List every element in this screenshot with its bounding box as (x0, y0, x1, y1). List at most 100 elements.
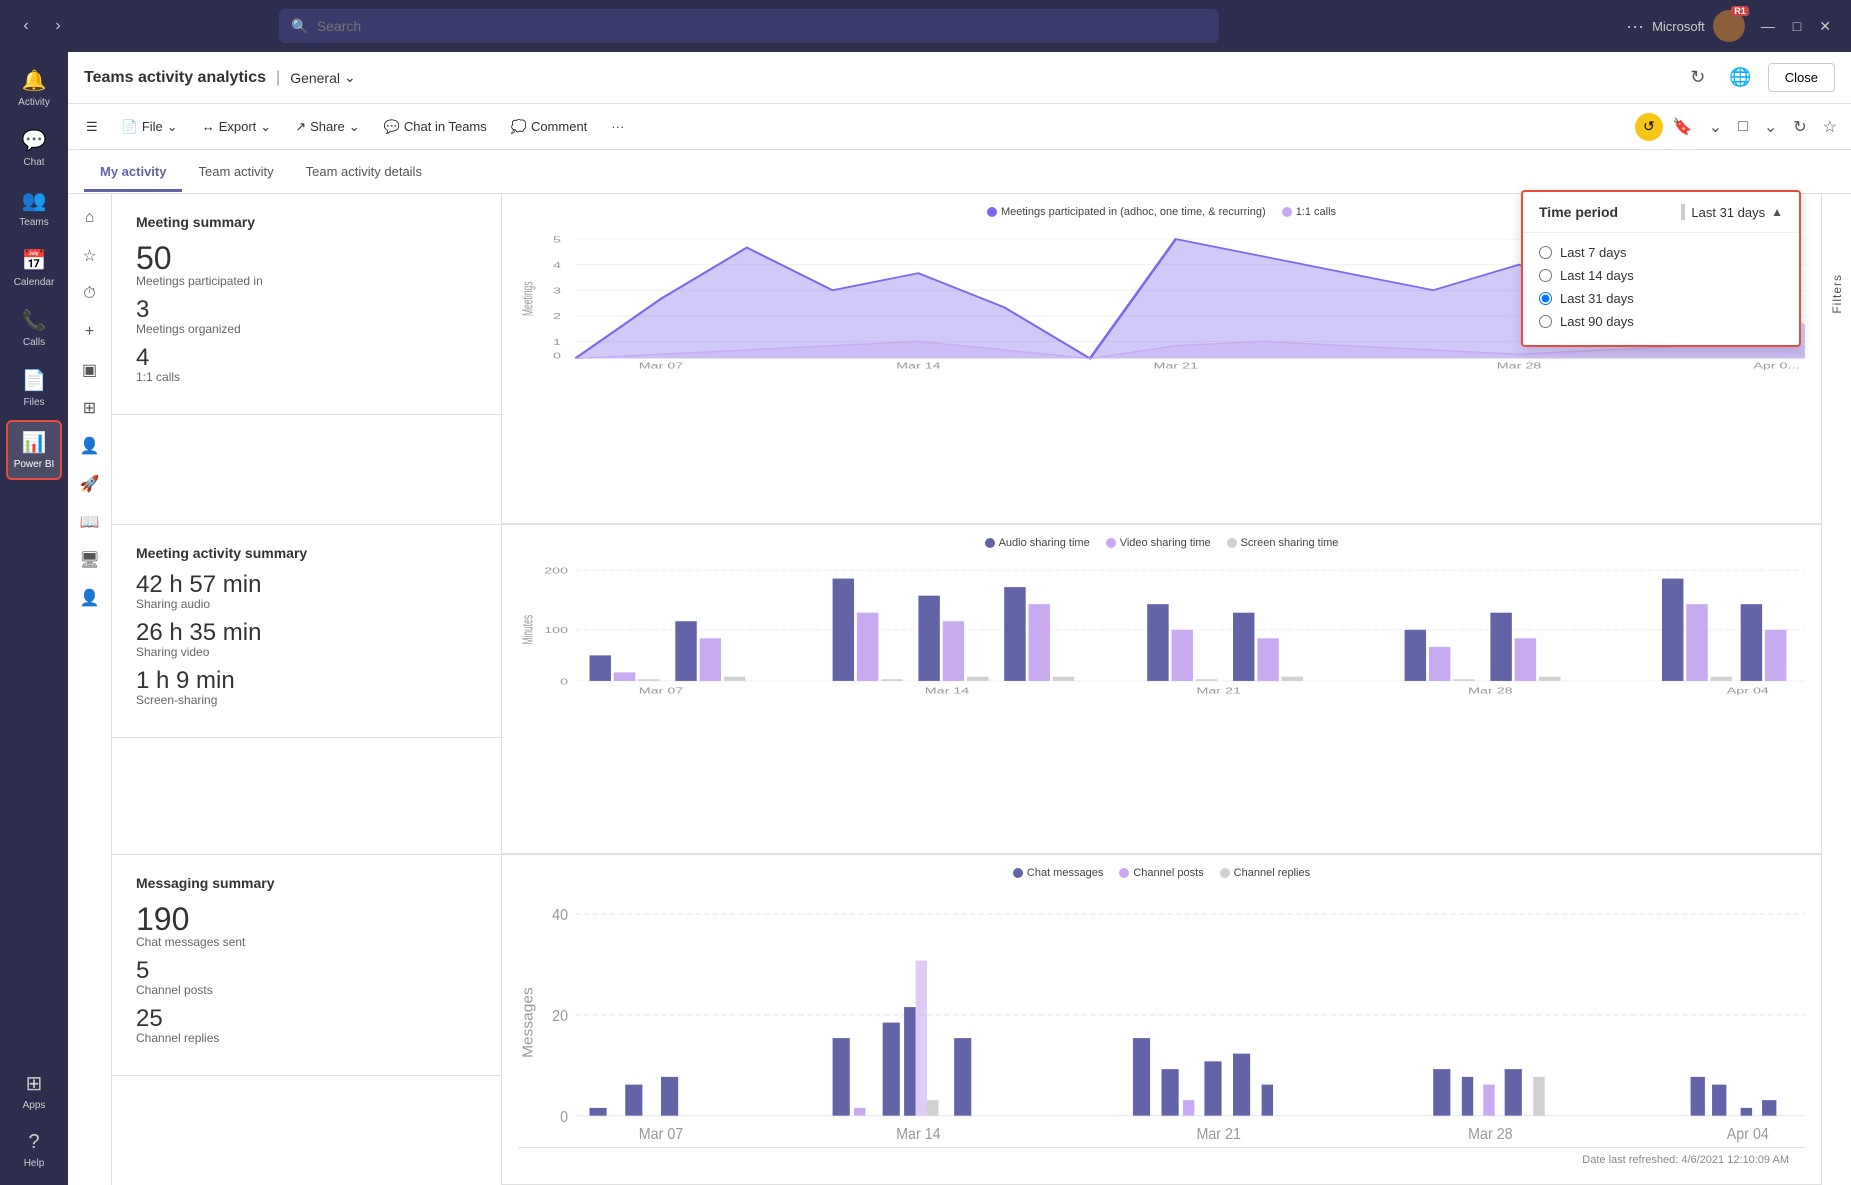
svg-text:40: 40 (552, 908, 568, 925)
screen-time: 1 h 9 min (136, 669, 477, 693)
tab-team-activity[interactable]: Team activity (182, 152, 289, 192)
sidebar-item-chat[interactable]: 💬 Chat (6, 120, 62, 176)
calls-count: 4 (136, 346, 477, 370)
lpi-people-button[interactable]: 👤 (74, 430, 106, 462)
svg-text:5: 5 (553, 235, 562, 244)
sidebar-item-calendar[interactable]: 📅 Calendar (6, 240, 62, 296)
titlebar-right: ··· Microsoft R1 — □ ✕ (1626, 10, 1839, 42)
radio-90days[interactable] (1539, 315, 1552, 328)
sidebar-item-help[interactable]: ? Help (6, 1123, 62, 1177)
tab-team-activity-details[interactable]: Team activity details (290, 152, 438, 192)
legend-replies-dot (1220, 868, 1230, 878)
export-button[interactable]: ↔ Export ⌄ (192, 113, 281, 141)
share-label: Share (310, 119, 345, 134)
time-option-14days[interactable]: Last 14 days (1539, 264, 1783, 287)
legend-calls-label: 1:1 calls (1296, 206, 1336, 218)
globe-icon-button[interactable]: 🌐 (1721, 63, 1759, 92)
svg-text:Meetings: Meetings (520, 281, 536, 316)
bookmark-chevron-button[interactable]: ⌄ (1703, 113, 1728, 141)
svg-text:Minutes: Minutes (520, 614, 536, 644)
star-button[interactable]: ☆ (1817, 113, 1843, 141)
radio-14days[interactable] (1539, 269, 1552, 282)
lpi-person-button[interactable]: 👤 (74, 582, 106, 614)
label-31days: Last 31 days (1560, 291, 1634, 306)
time-option-7days[interactable]: Last 7 days (1539, 241, 1783, 264)
time-option-31days[interactable]: Last 31 days (1539, 287, 1783, 310)
time-period-chevron-icon[interactable]: ▲ (1771, 205, 1783, 219)
svg-text:200: 200 (544, 566, 568, 575)
bookmark-button[interactable]: 🔖 (1667, 113, 1699, 141)
legend-screen: Screen sharing time (1227, 537, 1339, 549)
search-bar[interactable]: 🔍 (279, 9, 1219, 43)
comment-button[interactable]: 💭 Comment (501, 113, 598, 141)
more-options-button[interactable]: ··· (601, 113, 634, 140)
chat-in-teams-button[interactable]: 💬 Chat in Teams (374, 113, 497, 141)
share-button[interactable]: ↗ Share ⌄ (285, 113, 370, 141)
export-icon: ↔ (202, 119, 215, 134)
sidebar-item-files[interactable]: 📄 Files (6, 360, 62, 416)
sidebar: 🔔 Activity 💬 Chat 👥 Teams 📅 Calendar 📞 C… (0, 52, 68, 1185)
tabs-bar: My activity Team activity Team activity … (68, 150, 1851, 194)
lpi-monitor-button[interactable]: 🖥 (74, 544, 106, 576)
svg-text:2: 2 (553, 312, 561, 321)
legend-audio-label: Audio sharing time (999, 537, 1090, 549)
sidebar-item-label-teams: Teams (19, 217, 48, 228)
tab-my-activity[interactable]: My activity (84, 152, 182, 192)
organized-label: Meetings organized (136, 322, 477, 336)
svg-text:Mar 21: Mar 21 (1196, 686, 1240, 695)
export-chevron-icon: ⌄ (260, 119, 271, 135)
time-period-label: Time period (1539, 204, 1618, 220)
window-close-button[interactable]: ✕ (1811, 14, 1839, 39)
general-dropdown-button[interactable]: General ⌄ (290, 69, 356, 86)
search-input[interactable] (317, 18, 1208, 34)
lpi-chart-button[interactable]: ⊞ (74, 392, 106, 424)
audio-label: Sharing audio (136, 597, 477, 611)
sidebar-item-calls[interactable]: 📞 Calls (6, 300, 62, 356)
radio-7days[interactable] (1539, 246, 1552, 259)
lpi-star-button[interactable]: ☆ (74, 240, 106, 272)
legend-calls-dot (1282, 207, 1292, 217)
teams-icon: 👥 (22, 188, 47, 213)
svg-text:0: 0 (553, 351, 562, 360)
restore-button[interactable]: □ (1785, 14, 1809, 39)
toolbar: ☰ 📄 File ⌄ ↔ Export ⌄ ↗ Share ⌄ 💬 Chat i… (68, 104, 1851, 150)
lpi-home-button[interactable]: ⌂ (74, 202, 106, 234)
nav-forward-button[interactable]: › (44, 12, 72, 40)
messaging-stats: Messaging summary 190 Chat messages sent… (112, 855, 502, 1185)
lpi-rocket-button[interactable]: 🚀 (74, 468, 106, 500)
sidebar-item-apps[interactable]: ⊞ Apps (6, 1063, 62, 1119)
svg-text:0: 0 (560, 1110, 568, 1127)
close-button[interactable]: Close (1768, 63, 1835, 92)
meeting-activity-chart: Audio sharing time Video sharing time Sc… (502, 525, 1821, 855)
lpi-add-button[interactable]: + (74, 316, 106, 348)
legend-screen-label: Screen sharing time (1241, 537, 1339, 549)
lpi-clock-button[interactable]: ⏱ (74, 278, 106, 310)
hamburger-menu-button[interactable]: ☰ (76, 113, 108, 141)
nav-back-button[interactable]: ‹ (12, 12, 40, 40)
sidebar-item-powerbi[interactable]: 📊 Power BI (6, 420, 62, 480)
filters-panel[interactable]: Filters (1821, 194, 1851, 1185)
lpi-archive-button[interactable]: ▣ (74, 354, 106, 386)
svg-text:Mar 21: Mar 21 (1154, 361, 1198, 370)
sidebar-item-activity[interactable]: 🔔 Activity (6, 60, 62, 116)
lpi-book-button[interactable]: 📖 (74, 506, 106, 538)
screen-label: Screen-sharing (136, 693, 477, 707)
radio-31days[interactable] (1539, 292, 1552, 305)
layout-chevron-button[interactable]: ⌄ (1758, 113, 1783, 141)
meeting-activity-stats: Meeting activity summary 42 h 57 min Sha… (112, 525, 502, 855)
sidebar-item-teams[interactable]: 👥 Teams (6, 180, 62, 236)
svg-text:Mar 14: Mar 14 (896, 361, 941, 370)
layout-button[interactable]: □ (1732, 114, 1754, 140)
activity-icon: 🔔 (22, 68, 47, 93)
filters-label[interactable]: Filters (1830, 274, 1844, 314)
minimize-button[interactable]: — (1753, 14, 1783, 39)
comment-label: Comment (531, 119, 587, 134)
time-option-90days[interactable]: Last 90 days (1539, 310, 1783, 333)
toolbar-refresh-button[interactable]: ↻ (1787, 113, 1812, 141)
file-button[interactable]: 📄 File ⌄ (112, 113, 188, 141)
svg-text:100: 100 (544, 626, 568, 635)
more-button[interactable]: ··· (1626, 16, 1644, 37)
refresh-icon-button[interactable]: ↻ (1682, 63, 1713, 92)
sidebar-item-label-activity: Activity (18, 97, 50, 108)
undo-circle-button[interactable]: ↺ (1635, 113, 1663, 141)
